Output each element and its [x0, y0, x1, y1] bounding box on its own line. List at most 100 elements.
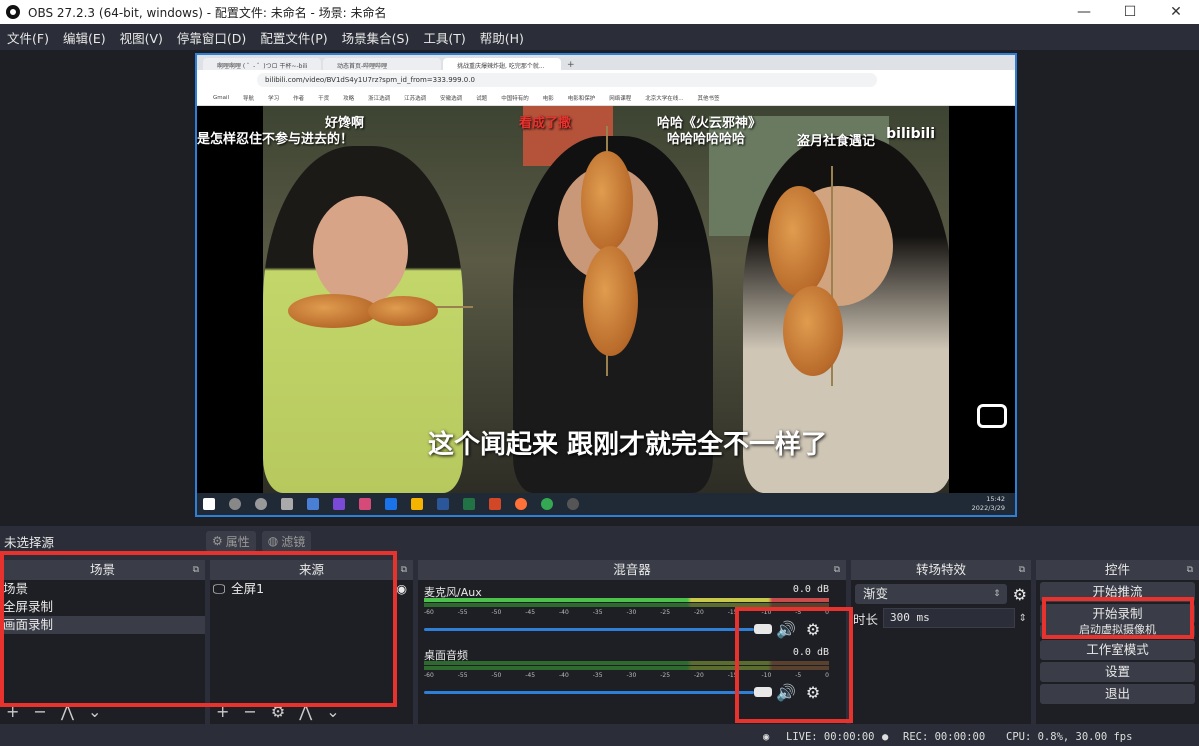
minimize-button[interactable]: — [1061, 0, 1107, 24]
menu-profile[interactable]: 配置文件(P) [253, 28, 334, 47]
volume-meter [424, 661, 829, 665]
channel-db: 0.0 dB [792, 584, 829, 595]
scenes-title: 场景 [89, 562, 115, 577]
source-item[interactable]: 🖵 全屏1 ◉ [210, 580, 413, 598]
spinner-icon[interactable]: ⇕ [1019, 613, 1027, 624]
remove-icon[interactable]: − [33, 702, 46, 721]
duration-input[interactable]: 300 ms [883, 608, 1015, 628]
chicken-wing [583, 246, 638, 356]
gear-icon[interactable]: ⚙ [271, 702, 285, 721]
transition-select-value: 渐变 [863, 586, 889, 601]
filter-icon: ◍ [267, 534, 279, 548]
clock-date: 2022/3/29 [971, 504, 1005, 512]
menu-view[interactable]: 视图(V) [113, 28, 170, 47]
chicken-wing [768, 186, 830, 296]
move-up-icon[interactable]: ⋀ [299, 702, 312, 721]
firefox-icon [515, 498, 527, 510]
eye-icon[interactable]: ◉ [396, 580, 407, 598]
controls-dock: 控件 ⧉ 开始推流 开始录制 启动虚拟摄像机 工作室模式 设置 退出 [1036, 560, 1199, 724]
bookmark: 攻略 [343, 95, 355, 102]
clock-time: 15:42 [986, 495, 1005, 503]
scenes-header: 场景 ⧉ [0, 560, 205, 580]
properties-label: 属性 [225, 534, 250, 549]
gear-icon[interactable]: ⚙ [1013, 585, 1027, 604]
speaker-icon[interactable]: 🔊 [776, 683, 796, 702]
scene-item[interactable]: 画面录制 [0, 616, 205, 634]
gear-icon[interactable]: ⚙ [806, 683, 820, 702]
menu-edit[interactable]: 编辑(E) [56, 28, 113, 47]
captured-url: bilibili.com/video/BV1dS4y1U7rz?spm_id_f… [257, 73, 877, 87]
settings-button[interactable]: 设置 [1040, 662, 1195, 682]
scenes-dock: 场景 ⧉ 场景 全屏录制 画面录制 + − ⋀ ⌄ [0, 560, 205, 724]
preview-area: 啊哩啊哩 ( ゜- ゜)つロ 干杯~-bili 动态首页-哔哩哔哩 挑战重庆爆辣… [0, 50, 1199, 526]
live-time: LIVE: 00:00:00 [786, 731, 875, 743]
video-frame: 这个闻起来 跟刚才就完全不一样了 [263, 106, 949, 493]
maximize-button[interactable]: ☐ [1107, 0, 1153, 24]
volume-slider[interactable] [424, 691, 754, 694]
menu-file[interactable]: 文件(F) [0, 28, 56, 47]
tick: -10 [761, 672, 772, 679]
speaker-icon[interactable]: 🔊 [776, 620, 796, 639]
obs-logo-icon [6, 5, 20, 19]
filters-label: 滤镜 [281, 534, 306, 549]
tick: -20 [694, 672, 704, 679]
bookmark: 电影 [542, 95, 554, 102]
remove-icon[interactable]: − [243, 702, 256, 721]
captured-bookmarks-bar: Gmail 导航 学习 作者 干货 攻略 浙江选调 江苏选调 安徽选调 试题 中… [197, 90, 1015, 106]
filters-button[interactable]: ◍ 滤镜 [261, 530, 312, 552]
captured-browser-tabs: 啊哩啊哩 ( ゜- ゜)つロ 干杯~-bili 动态首页-哔哩哔哩 挑战重庆爆辣… [197, 55, 1015, 70]
properties-button[interactable]: ⚙ 属性 [206, 530, 256, 552]
tick: -30 [626, 672, 637, 679]
tick: -20 [694, 609, 704, 616]
chicken-wing [783, 286, 843, 376]
tick: -25 [660, 672, 671, 679]
bookmark: 中国特有的 [501, 95, 529, 102]
captured-tab: 啊哩啊哩 ( ゜- ゜)つロ 干杯~-bili [203, 58, 321, 70]
volume-slider[interactable] [424, 628, 754, 631]
undock-icon[interactable]: ⧉ [834, 560, 840, 580]
filter-icon[interactable]: ⋀ [61, 702, 74, 721]
obs-icon [567, 498, 579, 510]
bookmark: 作者 [293, 95, 305, 102]
meter-ticks: -60 -55 -50 -45 -40 -35 -30 -25 -20 -15 -10 -5 0 [424, 672, 829, 679]
menu-help[interactable]: 帮助(H) [473, 28, 531, 47]
bookmark: 安徽选调 [440, 95, 463, 102]
volume-slider-handle[interactable] [754, 687, 772, 697]
preview-canvas[interactable]: 啊哩啊哩 ( ゜- ゜)つロ 干杯~-bili 动态首页-哔哩哔哩 挑战重庆爆辣… [195, 53, 1017, 517]
exit-button[interactable]: 退出 [1040, 684, 1195, 704]
bookmark: 学习 [268, 95, 280, 102]
channel-tag: 盗月社食遇记 [797, 134, 876, 149]
scene-item[interactable]: 场景 [0, 580, 205, 598]
sources-header: 来源 ⧉ [210, 560, 413, 580]
windows-start-icon [203, 498, 215, 510]
undock-icon[interactable]: ⧉ [1019, 560, 1025, 580]
gear-icon[interactable]: ⚙ [806, 620, 820, 639]
move-down-icon[interactable]: ⌄ [88, 702, 101, 721]
start-streaming-button[interactable]: 开始推流 [1040, 582, 1195, 602]
plus-icon: + [567, 60, 575, 70]
menu-docks[interactable]: 停靠窗口(D) [170, 28, 253, 47]
start-virtual-camera-button[interactable]: 启动虚拟摄像机 [1040, 624, 1195, 638]
menu-tools[interactable]: 工具(T) [416, 28, 472, 47]
tick: 0 [825, 609, 829, 616]
add-icon[interactable]: + [216, 702, 229, 721]
tick: -15 [727, 672, 738, 679]
start-recording-button[interactable]: 开始录制 [1040, 604, 1195, 624]
volume-slider-handle[interactable] [754, 624, 772, 634]
gear-icon: ⚙ [212, 534, 223, 548]
bookmark: 浙江选调 [368, 95, 391, 102]
menu-scene-collection[interactable]: 场景集合(S) [335, 28, 417, 47]
tick: -40 [559, 672, 569, 679]
app-icon [333, 498, 345, 510]
excel-icon [463, 498, 475, 510]
transition-select[interactable]: 渐变 ⇕ [855, 584, 1007, 604]
add-icon[interactable]: + [6, 702, 19, 721]
move-down-icon[interactable]: ⌄ [326, 702, 339, 721]
undock-icon[interactable]: ⧉ [401, 560, 407, 580]
sources-footer: + − ⚙ ⋀ ⌄ [210, 698, 413, 724]
undock-icon[interactable]: ⧉ [1187, 560, 1193, 580]
undock-icon[interactable]: ⧉ [193, 560, 199, 580]
studio-mode-button[interactable]: 工作室模式 [1040, 640, 1195, 660]
scene-item[interactable]: 全屏录制 [0, 598, 205, 616]
close-button[interactable]: ✕ [1153, 0, 1199, 24]
